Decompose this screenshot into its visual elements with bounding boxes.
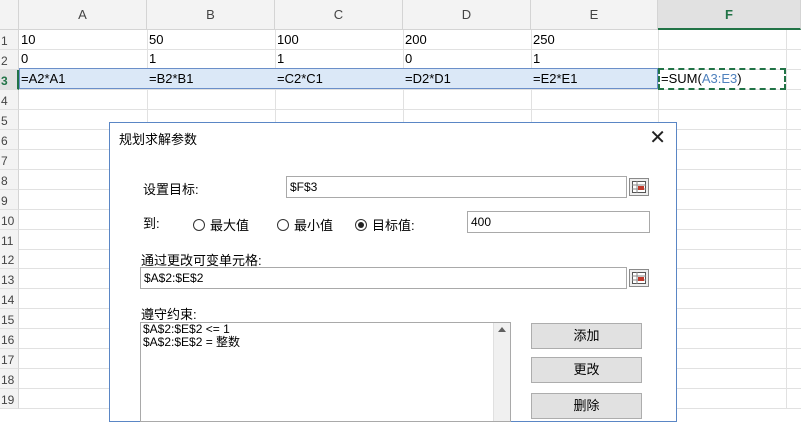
set-objective-label: 设置目标: xyxy=(143,182,199,197)
close-icon[interactable]: ✕ xyxy=(649,125,666,150)
scrollbar[interactable] xyxy=(493,323,510,421)
range-select-icon[interactable] xyxy=(629,178,649,196)
row-header-14[interactable]: 14 xyxy=(0,289,19,309)
row-header-8[interactable]: 8 xyxy=(0,170,19,190)
grid-line xyxy=(19,109,801,110)
cell-d3[interactable]: =D2*D1 xyxy=(403,69,451,88)
row-header-3[interactable]: 3 xyxy=(0,70,19,90)
row-header-7[interactable]: 7 xyxy=(0,150,19,170)
row-header-13[interactable]: 13 xyxy=(0,269,19,289)
formula-suffix: ) xyxy=(737,71,742,86)
radio-circle xyxy=(193,218,205,231)
delete-button[interactable]: 删除 xyxy=(531,393,642,419)
radio-circle xyxy=(277,218,289,231)
target-value-input[interactable]: 400 xyxy=(467,211,650,233)
row-header-6[interactable]: 6 xyxy=(0,130,19,150)
column-header-f[interactable]: F xyxy=(658,0,801,30)
set-objective-input[interactable]: $F$3 xyxy=(286,176,627,198)
changing-cells-input[interactable]: $A$2:$E$2 xyxy=(140,267,627,289)
row-header-10[interactable]: 10 xyxy=(0,210,19,230)
row-header-4[interactable]: 4 xyxy=(0,90,19,110)
row-header-17[interactable]: 17 xyxy=(0,349,19,369)
change-button[interactable]: 更改 xyxy=(531,357,642,383)
row-header-5[interactable]: 5 xyxy=(0,110,19,130)
cell-b2[interactable]: 1 xyxy=(147,49,156,68)
constraint-item[interactable]: $A$2:$E$2 = 整数 xyxy=(141,336,510,349)
cell-e1[interactable]: 250 xyxy=(531,30,555,49)
radio-max-label: 最大值 xyxy=(210,218,250,233)
column-header-a[interactable]: A xyxy=(19,0,147,30)
cell-f3[interactable]: =SUM(A3:E3) xyxy=(658,68,786,90)
radio-min-label: 最小值 xyxy=(294,218,334,233)
to-label: 到: xyxy=(143,216,160,231)
row-header-12[interactable]: 12 xyxy=(0,249,19,269)
formula-range-ref: A3:E3 xyxy=(701,71,738,86)
radio-value-of[interactable]: 目标值: xyxy=(355,215,415,234)
column-header-c[interactable]: C xyxy=(275,0,403,30)
column-header-d[interactable]: D xyxy=(403,0,531,30)
row-header-1[interactable]: 1 xyxy=(0,30,19,50)
range-select-icon[interactable] xyxy=(629,269,649,287)
select-all-corner[interactable] xyxy=(0,0,19,30)
scroll-up-icon[interactable] xyxy=(498,327,506,332)
cell-c3[interactable]: =C2*C1 xyxy=(275,69,323,88)
cell-b3[interactable]: =B2*B1 xyxy=(147,69,193,88)
row-header-9[interactable]: 9 xyxy=(0,190,19,210)
column-header-b[interactable]: B xyxy=(147,0,275,30)
cell-e2[interactable]: 1 xyxy=(531,49,540,68)
row-header-18[interactable]: 18 xyxy=(0,369,19,389)
constraints-list[interactable]: $A$2:$E$2 <= 1 $A$2:$E$2 = 整数 xyxy=(140,322,511,422)
radio-min[interactable]: 最小值 xyxy=(277,215,333,234)
cell-c2[interactable]: 1 xyxy=(275,49,284,68)
row-header-16[interactable]: 16 xyxy=(0,329,19,349)
cell-e3[interactable]: =E2*E1 xyxy=(531,69,577,88)
column-header-e[interactable]: E xyxy=(531,0,658,30)
cell-c1[interactable]: 100 xyxy=(275,30,299,49)
cell-a3[interactable]: =A2*A1 xyxy=(19,69,65,88)
row-header-2[interactable]: 2 xyxy=(0,50,19,70)
row-header-15[interactable]: 15 xyxy=(0,309,19,329)
add-button[interactable]: 添加 xyxy=(531,323,642,349)
constraints-label: 遵守约束: xyxy=(141,307,197,322)
cell-a2[interactable]: 0 xyxy=(19,49,28,68)
cell-a1[interactable]: 10 xyxy=(19,30,35,49)
radio-value-of-label: 目标值: xyxy=(372,218,415,233)
cell-d1[interactable]: 200 xyxy=(403,30,427,49)
grid-line xyxy=(786,30,787,409)
cell-b1[interactable]: 50 xyxy=(147,30,163,49)
formula-prefix: =SUM( xyxy=(661,71,702,86)
radio-max[interactable]: 最大值 xyxy=(193,215,249,234)
radio-circle-selected xyxy=(355,218,367,231)
dialog-title: 规划求解参数 xyxy=(119,132,198,147)
cell-d2[interactable]: 0 xyxy=(403,49,412,68)
row-header-11[interactable]: 11 xyxy=(0,230,19,250)
row-header-19[interactable]: 19 xyxy=(0,389,19,409)
